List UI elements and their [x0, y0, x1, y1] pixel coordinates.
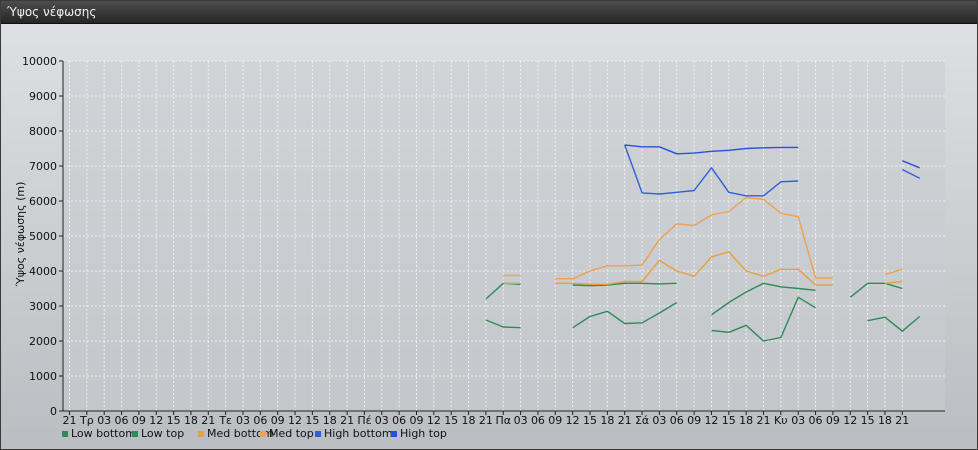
y-tick-label: 2000 — [29, 335, 57, 348]
x-tick-label: 03 — [97, 414, 111, 427]
x-tick-label: 12 — [427, 414, 441, 427]
x-tick-label: 18 — [462, 414, 476, 427]
x-tick-label: 21 — [757, 414, 771, 427]
x-tick-label: 15 — [722, 414, 736, 427]
window-titlebar: Ύψος νέφωσης — [1, 1, 977, 24]
x-tick-label: 21 — [340, 414, 354, 427]
x-tick-label: 12 — [288, 414, 302, 427]
legend-swatch — [198, 431, 204, 437]
x-tick-label: 21 — [479, 414, 493, 427]
legend-swatch — [260, 431, 266, 437]
x-tick-label: 06 — [531, 414, 545, 427]
x-tick-label: Κυ — [774, 414, 788, 427]
legend-label: Low top — [141, 427, 184, 440]
chart-window: Ύψος νέφωσης Ύψος νέφωσης (m) 0 1000 2000 3… — [0, 0, 978, 450]
legend-label: Low bottom — [71, 427, 136, 440]
x-tick-label: Τρ — [79, 414, 94, 427]
x-tick-label: 15 — [861, 414, 875, 427]
x-tick-label: 12 — [566, 414, 580, 427]
x-tick-label: 18 — [323, 414, 337, 427]
x-tick-label: 18 — [184, 414, 198, 427]
x-tick-label: 09 — [271, 414, 285, 427]
x-tick-label: Σά — [635, 414, 649, 427]
x-tick-label: 18 — [600, 414, 614, 427]
x-tick-label: 09 — [410, 414, 424, 427]
y-tick-label: 5000 — [29, 230, 57, 243]
x-tick-label: 03 — [514, 414, 528, 427]
x-tick-label: 12 — [843, 414, 857, 427]
x-tick-label: 06 — [115, 414, 129, 427]
x-tick-label: 15 — [305, 414, 319, 427]
x-tick-label: 03 — [236, 414, 250, 427]
y-tick-label: 0 — [50, 405, 57, 418]
y-tick-label: 7000 — [29, 160, 57, 173]
x-tick-label: 03 — [375, 414, 389, 427]
x-tick-label: 06 — [670, 414, 684, 427]
legend-swatch — [315, 431, 321, 437]
legend-swatch — [62, 431, 68, 437]
x-tick-label: 09 — [548, 414, 562, 427]
x-tick-label: Τε — [218, 414, 232, 427]
x-tick-label: 15 — [583, 414, 597, 427]
cloud-height-chart: Ύψος νέφωσης (m) 0 1000 2000 3000 4000 5000 60… — [14, 55, 945, 440]
y-tick-label: 10000 — [22, 55, 57, 68]
y-tick-label: 6000 — [29, 195, 57, 208]
x-tick-label: 18 — [739, 414, 753, 427]
x-tick-label: 09 — [826, 414, 840, 427]
x-tick-label: Πα — [495, 414, 511, 427]
legend-label: High top — [400, 427, 447, 440]
y-tick-label: 8000 — [29, 125, 57, 138]
x-tick-label: 15 — [167, 414, 181, 427]
y-tick-label: 1000 — [29, 370, 57, 383]
y-tick-label: 9000 — [29, 90, 57, 103]
x-tick-label: Πέ — [357, 414, 371, 427]
legend-swatch — [391, 431, 397, 437]
x-tick-label: 06 — [809, 414, 823, 427]
x-tick-label: 03 — [652, 414, 666, 427]
x-tick-label: 09 — [132, 414, 146, 427]
x-tick-label: 21 — [618, 414, 632, 427]
x-tick-label: 18 — [878, 414, 892, 427]
legend-swatch — [132, 431, 138, 437]
x-tick-label: 21 — [63, 414, 77, 427]
y-tick-label: 4000 — [29, 265, 57, 278]
y-axis-label: Ύψος νέφωσης (m) — [14, 182, 27, 288]
x-tick-label: 21 — [201, 414, 215, 427]
x-tick-label: 12 — [704, 414, 718, 427]
x-tick-label: 06 — [253, 414, 267, 427]
window-title: Ύψος νέφωσης — [7, 5, 97, 19]
x-tick-label: 06 — [392, 414, 406, 427]
x-tick-label: 03 — [791, 414, 805, 427]
x-tick-label: 12 — [149, 414, 163, 427]
y-tick-label: 3000 — [29, 300, 57, 313]
legend-label: Med top — [269, 427, 314, 440]
x-tick-label: 09 — [687, 414, 701, 427]
x-tick-label: 15 — [444, 414, 458, 427]
legend-label: High bottom — [324, 427, 393, 440]
x-tick-label: 21 — [895, 414, 909, 427]
